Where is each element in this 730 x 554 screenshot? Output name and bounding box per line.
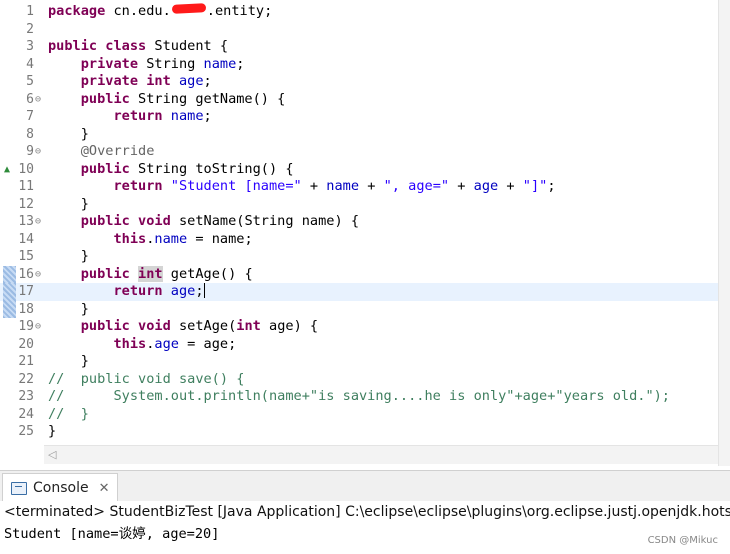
line-number: 10 [18, 161, 34, 177]
code-text: } [48, 353, 89, 369]
code-line[interactable]: 22 // public void save() { [0, 371, 718, 389]
code-text: return age; [113, 283, 205, 299]
code-line[interactable]: 13 ⊖ public void setName(String name) { [0, 213, 718, 231]
fold-collapse-icon[interactable]: ⊖ [35, 91, 41, 109]
line-number: 7 [26, 109, 34, 124]
code-text: public class Student { [48, 38, 229, 54]
line-number: 12 [18, 196, 34, 212]
code-line[interactable]: 7 return name; [0, 108, 718, 126]
selection-marker [3, 265, 16, 283]
line-number: 13 [18, 214, 34, 229]
code-text: public String getName() { [80, 90, 286, 107]
line-number: 9 [26, 144, 34, 159]
code-line[interactable]: 2 [0, 21, 718, 39]
code-line[interactable]: 11 return "Student [name=" + name + ", a… [0, 178, 718, 196]
override-marker-icon: ▲ [4, 163, 11, 175]
code-line[interactable]: 5 private int age; [0, 73, 718, 91]
selection-marker [3, 300, 16, 318]
line-number: 8 [26, 126, 34, 142]
code-text: public void setName(String name) { [80, 213, 360, 229]
code-text: return "Student [name=" + name + ", age=… [113, 178, 556, 194]
code-line[interactable]: 14 this.name = name; [0, 231, 718, 249]
code-line[interactable]: 20 this.age = age; [0, 336, 718, 354]
fold-collapse-icon[interactable]: ⊖ [35, 213, 41, 231]
code-text: this.age = age; [113, 335, 237, 352]
code-text: // public void save() { [48, 370, 245, 387]
line-number: 16 [18, 266, 34, 282]
line-number: 2 [26, 21, 34, 37]
line-number: 14 [18, 231, 34, 247]
console-view-tabbar: Console ✕ [0, 470, 730, 502]
code-line[interactable]: 8 } [0, 126, 718, 144]
code-text: public int getAge() { [80, 265, 253, 282]
redaction-mark [171, 3, 206, 14]
console-icon [11, 481, 27, 495]
code-line[interactable]: 9 ⊖ @Override [0, 143, 718, 161]
line-number: 24 [18, 406, 34, 422]
line-number: 20 [18, 336, 34, 352]
code-line[interactable]: 17 return age; [0, 283, 718, 301]
tab-console[interactable]: Console ✕ [2, 473, 119, 502]
code-line[interactable]: 6 ⊖ public String getName() { [0, 91, 718, 109]
code-text: } [48, 195, 89, 212]
line-number: 19 [18, 319, 34, 334]
selection-marker [3, 283, 16, 301]
console-status-line: <terminated> StudentBizTest [Java Applic… [0, 501, 730, 523]
watermark: CSDN @Mikuc [647, 535, 718, 546]
line-number: 1 [26, 4, 34, 19]
console-tab-label: Console [33, 480, 89, 496]
code-text: } [48, 300, 89, 317]
code-text: public String toString() { [80, 160, 294, 177]
line-number: 5 [26, 74, 34, 89]
line-number: 25 [18, 424, 34, 439]
fold-collapse-icon[interactable]: ⊖ [35, 266, 41, 284]
code-line[interactable]: ▲ 10 public String toString() { [0, 161, 718, 179]
vertical-scrollbar[interactable] [718, 0, 730, 466]
line-number: 23 [18, 389, 34, 404]
close-icon[interactable]: ✕ [99, 481, 110, 496]
code-line[interactable]: 21 } [0, 353, 718, 371]
code-text: @Override [80, 143, 155, 159]
line-number: 6 [26, 91, 34, 107]
code-text: // } [48, 405, 89, 422]
code-line[interactable]: 25} [0, 423, 718, 441]
code-text: private int age; [80, 73, 212, 89]
code-line[interactable]: 1 package cn.edu. .entity; [0, 3, 718, 21]
console-output[interactable]: Student [name=谈婷, age=20] [0, 523, 730, 545]
code-text: public void setAge(int age) { [80, 318, 319, 334]
code-text: } [48, 423, 57, 439]
code-editor[interactable]: 1 package cn.edu. .entity; 2 3 public class S… [0, 0, 718, 444]
line-number: 15 [18, 249, 34, 264]
code-text: } [48, 125, 89, 142]
scroll-left-arrow-icon[interactable]: ◁ [48, 448, 56, 461]
code-line[interactable]: 4 private String name; [0, 56, 718, 74]
line-number: 21 [18, 354, 34, 369]
line-number: 22 [18, 371, 34, 387]
line-number: 3 [26, 39, 34, 54]
code-line[interactable]: 19 ⊖ public void setAge(int age) { [0, 318, 718, 336]
code-text: // System.out.println(name+"is saving...… [48, 388, 670, 404]
code-line[interactable]: 16 ⊖ public int getAge() { [0, 265, 718, 284]
fold-collapse-icon[interactable]: ⊖ [35, 318, 41, 336]
code-line[interactable]: 15 } [0, 248, 718, 266]
text-cursor [203, 283, 205, 298]
line-number: 17 [18, 284, 34, 299]
fold-collapse-icon[interactable]: ⊖ [35, 143, 41, 161]
line-number: 11 [18, 179, 34, 194]
code-line[interactable]: 12 } [0, 196, 718, 214]
code-text: return name; [113, 108, 212, 124]
horizontal-scrollbar[interactable]: ◁ [44, 445, 718, 464]
code-line[interactable]: 3 public class Student { [0, 38, 718, 56]
code-text: package cn.edu. .entity; [48, 3, 273, 19]
line-number: 4 [26, 56, 34, 72]
code-text: this.name = name; [113, 230, 253, 247]
code-text: } [48, 248, 89, 264]
line-number: 18 [18, 301, 34, 317]
code-line[interactable]: 24 // } [0, 406, 718, 424]
code-line[interactable]: 18 } [0, 300, 718, 318]
code-line[interactable]: 23 // System.out.println(name+"is saving.… [0, 388, 718, 406]
code-text: private String name; [80, 55, 245, 72]
